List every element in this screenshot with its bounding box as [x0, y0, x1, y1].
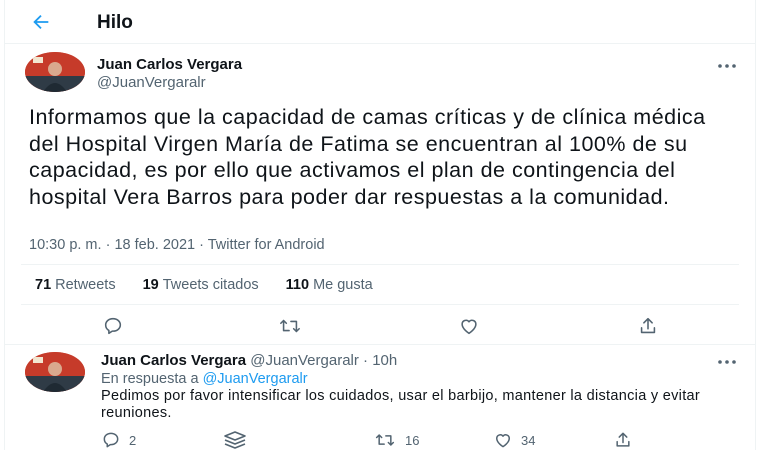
- reply-text: Pedimos por favor intensificar los cuida…: [101, 388, 701, 421]
- quotes-count: 19: [142, 277, 159, 293]
- divider: [21, 304, 739, 305]
- tweet-meta: 10:30 p. m. · 18 feb. 2021 · Twitter for…: [29, 237, 325, 253]
- reply-separator: ·: [363, 352, 369, 369]
- like-button[interactable]: [456, 313, 482, 339]
- reply-count: 2: [129, 432, 137, 448]
- reply-stack-button[interactable]: [223, 430, 247, 450]
- author-handle[interactable]: @JuanVergaralr: [97, 74, 206, 91]
- stack-icon: [224, 431, 246, 449]
- meta-separator: ·: [199, 237, 204, 253]
- thread-header: Hilo: [5, 0, 755, 44]
- avatar[interactable]: [25, 52, 85, 92]
- reply-like-button[interactable]: 34: [493, 430, 535, 450]
- more-icon: [718, 64, 736, 68]
- likes-stat[interactable]: 110 Me gusta: [286, 277, 373, 293]
- reply-reply-button[interactable]: 2: [101, 430, 136, 450]
- heart-icon: [461, 319, 477, 335]
- tweet-text: Informamos que la capacidad de camas crí…: [29, 105, 706, 209]
- reply-share-button[interactable]: [613, 430, 633, 450]
- reply-retweet-button[interactable]: 16: [373, 430, 419, 450]
- more-icon: [718, 360, 736, 364]
- reply-more-options-button[interactable]: [715, 354, 739, 370]
- retweets-stat[interactable]: 71 Retweets: [35, 277, 116, 293]
- reply-author-name[interactable]: Juan Carlos Vergara: [101, 352, 246, 369]
- tweet-time[interactable]: 10:30 p. m.: [29, 237, 102, 253]
- reply-icon: [104, 317, 122, 335]
- quotes-stat[interactable]: 19 Tweets citados: [143, 277, 259, 293]
- tweet-date[interactable]: 18 feb. 2021: [114, 237, 195, 253]
- reply-time[interactable]: 10h: [372, 352, 397, 369]
- divider: [21, 264, 739, 265]
- heart-icon: [496, 434, 510, 448]
- share-button[interactable]: [635, 313, 661, 339]
- meta-separator: ·: [105, 237, 111, 253]
- avatar[interactable]: [25, 352, 85, 392]
- replying-prefix: En respuesta a: [101, 371, 199, 387]
- likes-count: 110: [285, 277, 310, 293]
- retweet-count: 16: [405, 432, 420, 448]
- tweet-actions: [5, 313, 755, 339]
- retweets-label: Retweets: [55, 277, 116, 293]
- reply-author-handle[interactable]: @JuanVergaralr: [250, 352, 359, 369]
- reply-icon: [103, 432, 119, 448]
- tweet-source[interactable]: Twitter for Android: [208, 237, 325, 253]
- reply-button[interactable]: [100, 313, 126, 339]
- retweet-button[interactable]: [277, 313, 303, 339]
- author-name[interactable]: Juan Carlos Vergara: [97, 56, 242, 73]
- reply-header: Juan Carlos Vergara @JuanVergaralr · 10h: [101, 352, 397, 369]
- replying-to-link[interactable]: @JuanVergaralr: [203, 371, 308, 387]
- retweet-icon: [375, 434, 395, 446]
- arrow-left-icon: [33, 14, 49, 30]
- divider: [5, 344, 755, 345]
- like-count: 34: [521, 432, 536, 448]
- likes-label: Me gusta: [313, 277, 373, 293]
- quotes-label: Tweets citados: [162, 277, 259, 293]
- more-options-button[interactable]: [715, 58, 739, 74]
- reply-tweet[interactable]: Juan Carlos Vergara @JuanVergaralr · 10h…: [5, 346, 755, 450]
- thread-panel: Hilo Juan Carlos Vergara @JuanVergaralr …: [4, 0, 756, 450]
- back-button[interactable]: [29, 10, 53, 34]
- page-title: Hilo: [97, 12, 133, 33]
- share-icon: [616, 432, 630, 447]
- retweets-count: 71: [35, 277, 52, 293]
- share-icon: [640, 317, 656, 334]
- replying-to: En respuesta a @JuanVergaralr: [101, 371, 308, 387]
- retweet-icon: [280, 319, 300, 333]
- tweet-stats: 71 Retweets 19 Tweets citados 110 Me gusta: [35, 277, 373, 293]
